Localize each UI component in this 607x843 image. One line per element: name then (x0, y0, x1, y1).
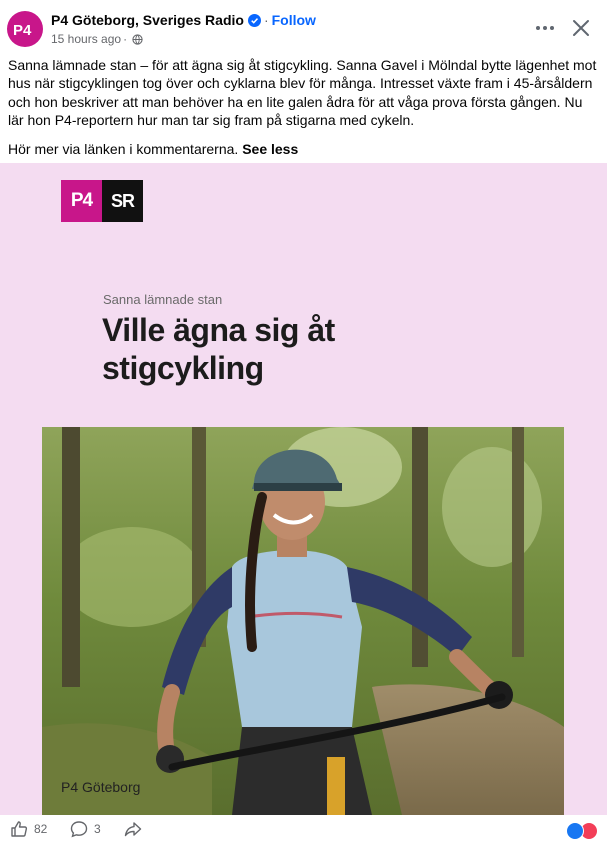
verified-badge-icon (247, 13, 261, 27)
comment-count: 3 (94, 822, 101, 836)
post-actions-bar: 82 3 (0, 815, 607, 843)
page-avatar[interactable]: P4 (7, 11, 43, 47)
p4-logo-icon: P4 (13, 22, 32, 37)
post-timestamp[interactable]: 15 hours ago (51, 32, 121, 46)
post-link-note-row: Hör mer via länken i kommentarerna. See … (8, 140, 600, 158)
post-link-note: Hör mer via länken i kommentarerna. (8, 140, 239, 157)
globe-icon (132, 33, 143, 45)
more-dots-icon[interactable] (534, 17, 556, 39)
comment-button[interactable]: 3 (70, 820, 101, 838)
post-text: Sanna lämnade stan – för att ägna sig åt… (8, 56, 600, 158)
post-image[interactable]: P4 SR Sanna lämnade stan Ville ägna sig … (0, 163, 607, 815)
image-headline: Ville ägna sig åt stigcykling (102, 312, 335, 386)
logo-sr-block: SR (102, 180, 143, 222)
separator-dot: · (263, 12, 269, 28)
share-button[interactable] (124, 820, 148, 838)
post-header: P4 P4 Göteborg, Sveriges Radio · Follow … (0, 0, 607, 52)
like-count: 82 (34, 822, 48, 836)
close-icon[interactable] (570, 17, 592, 39)
reaction-summary[interactable] (566, 822, 598, 840)
comment-icon (70, 821, 88, 838)
logo-p4-block: P4 (61, 180, 102, 222)
thumbs-up-icon (11, 821, 28, 837)
like-button[interactable]: 82 (10, 820, 47, 838)
svg-text:P4: P4 (13, 22, 32, 37)
station-label: P4 Göteborg (61, 779, 141, 795)
page-name-row: P4 Göteborg, Sveriges Radio · Follow (51, 12, 316, 28)
post-body: Sanna lämnade stan – för att ägna sig åt… (8, 57, 597, 129)
follow-button[interactable]: Follow (272, 12, 316, 28)
meta-separator: · (123, 32, 128, 46)
cyclist-photo (42, 427, 564, 815)
see-less-button[interactable]: See less (242, 141, 298, 157)
p4-sr-logo: P4 SR (61, 180, 143, 222)
image-kicker: Sanna lämnade stan (103, 292, 223, 307)
share-icon (124, 822, 142, 837)
like-reaction-icon (566, 822, 584, 840)
post-meta: 15 hours ago · (51, 32, 143, 46)
page-name-link[interactable]: P4 Göteborg, Sveriges Radio (51, 12, 244, 28)
